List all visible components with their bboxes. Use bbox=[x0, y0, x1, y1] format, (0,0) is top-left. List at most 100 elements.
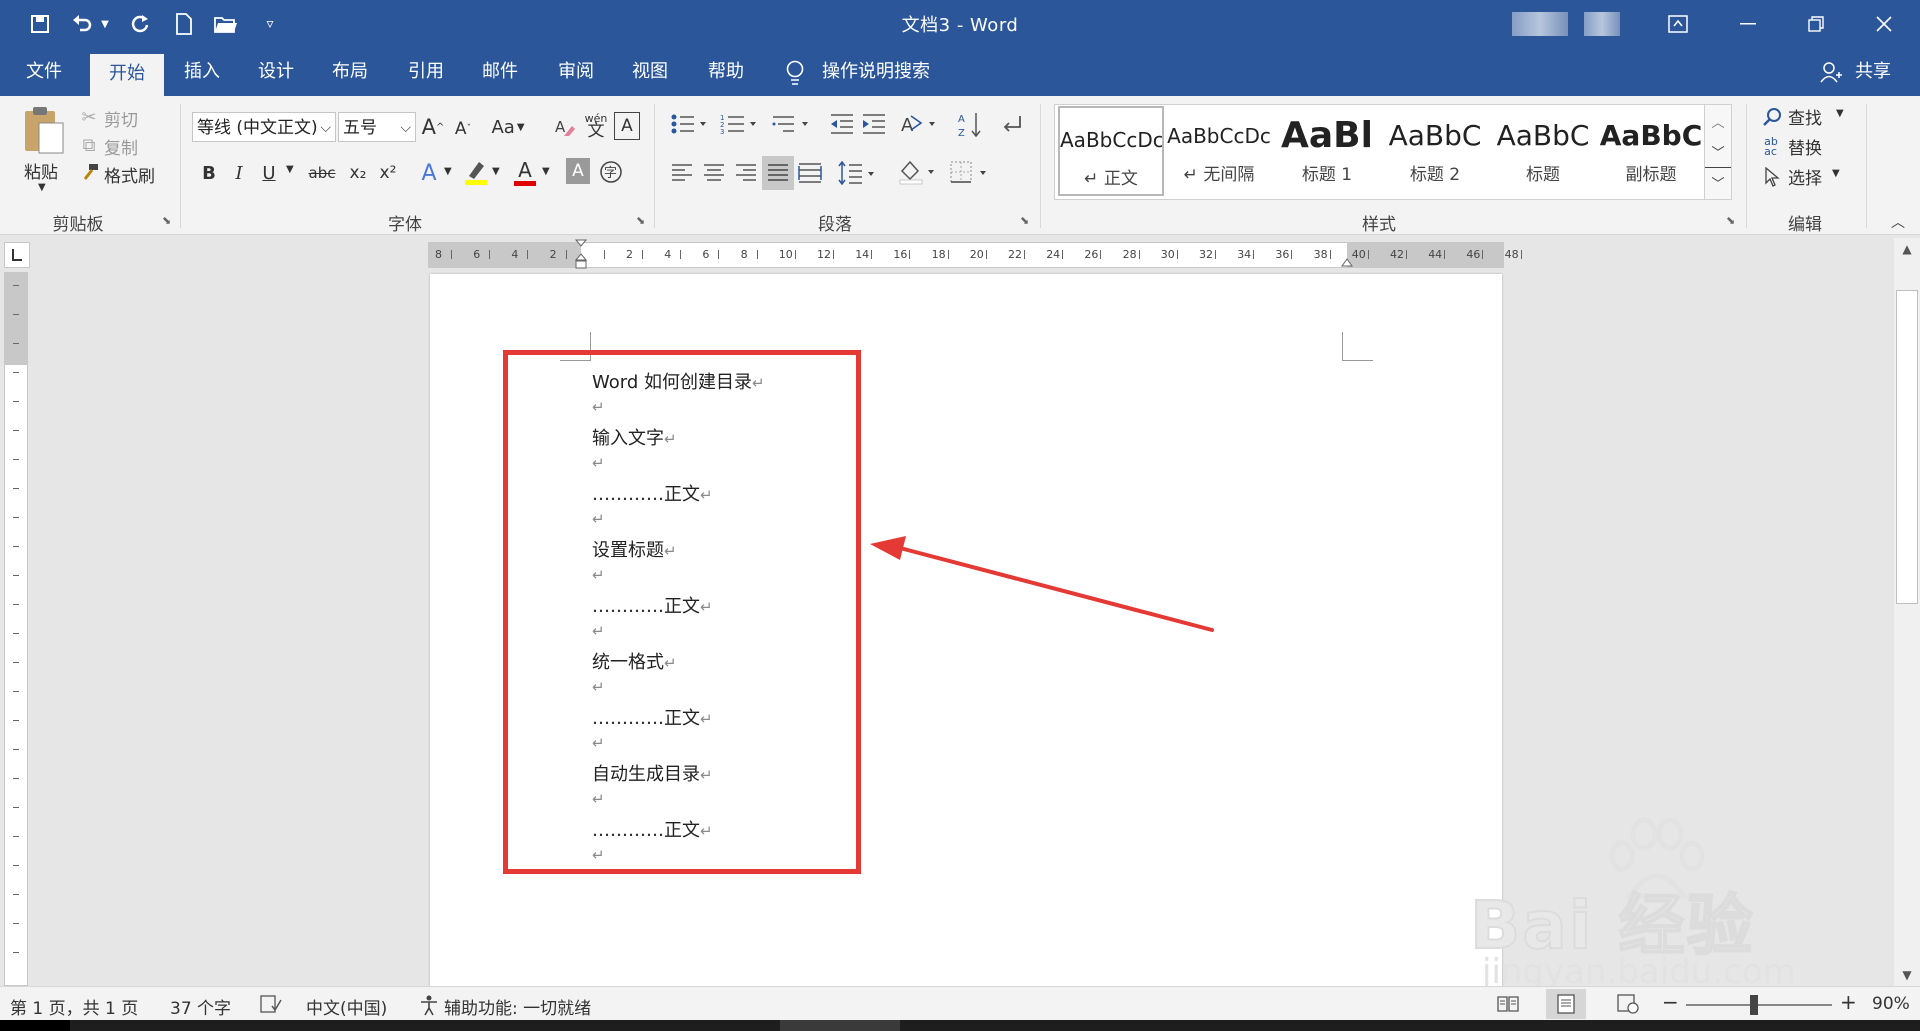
proofing-icon[interactable] bbox=[260, 994, 282, 1014]
underline-dropdown-icon[interactable]: ▼ bbox=[286, 164, 294, 175]
grow-font-icon[interactable]: A ^ bbox=[420, 112, 446, 142]
scroll-up-icon[interactable]: ▲ bbox=[1894, 238, 1920, 260]
zoom-in-button[interactable]: + bbox=[1840, 990, 1857, 1014]
text-effects-dropdown-icon[interactable]: ▼ bbox=[444, 166, 452, 177]
language-indicator[interactable]: 中文(中国) bbox=[306, 994, 387, 1019]
cut-button[interactable]: 剪切 bbox=[104, 106, 138, 131]
select-button[interactable]: 选择 bbox=[1788, 164, 1822, 189]
highlight-dropdown-icon[interactable]: ▼ bbox=[492, 166, 500, 177]
tab-insert[interactable]: 插入 bbox=[172, 48, 232, 96]
tab-review[interactable]: 审阅 bbox=[546, 48, 606, 96]
paste-clipboard-icon[interactable] bbox=[18, 104, 70, 158]
increase-indent-icon[interactable] bbox=[860, 110, 888, 138]
line-spacing-icon[interactable] bbox=[836, 158, 880, 188]
paste-dropdown-icon[interactable]: ▼ bbox=[38, 182, 46, 193]
tab-help[interactable]: 帮助 bbox=[696, 48, 756, 96]
character-border-icon[interactable]: A bbox=[614, 112, 640, 140]
superscript-button[interactable]: x² bbox=[374, 158, 402, 188]
horizontal-ruler[interactable]: 8 6 4 2 2 4 6 8 10 12 14 16 18 20 22 24 26 28 30 32 34 36 38 40… bbox=[428, 239, 1522, 269]
indent-marker[interactable] bbox=[574, 239, 588, 269]
zoom-level[interactable]: 90% bbox=[1872, 994, 1910, 1014]
restore-icon[interactable] bbox=[1788, 0, 1844, 48]
align-right-icon[interactable] bbox=[732, 158, 760, 188]
justify-icon[interactable] bbox=[762, 156, 794, 190]
strikethrough-button[interactable]: abc bbox=[302, 158, 342, 188]
font-color-icon[interactable]: A bbox=[512, 156, 538, 188]
zoom-slider-track[interactable] bbox=[1686, 1004, 1832, 1006]
font-name-combo[interactable]: 等线 (中文正文) ⌵ bbox=[192, 112, 336, 142]
scroll-thumb[interactable] bbox=[1896, 290, 1918, 604]
tab-layout[interactable]: 布局 bbox=[320, 48, 380, 96]
sort-icon[interactable]: AZ bbox=[956, 110, 984, 140]
tab-mailings[interactable]: 邮件 bbox=[470, 48, 530, 96]
shading-icon[interactable] bbox=[896, 156, 940, 188]
distributed-icon[interactable] bbox=[796, 158, 824, 188]
bold-button[interactable]: B bbox=[196, 158, 222, 188]
style-no-spacing[interactable]: AaBbCcDc ↵ 无间隔 bbox=[1166, 104, 1272, 192]
paste-button[interactable]: 粘贴 bbox=[24, 158, 58, 183]
replace-button[interactable]: 替换 bbox=[1788, 134, 1822, 159]
style-normal[interactable]: AaBbCcDc ↵ 正文 bbox=[1058, 106, 1164, 196]
tab-references[interactable]: 引用 bbox=[396, 48, 456, 96]
collapse-ribbon-icon[interactable]: ︿ bbox=[1886, 212, 1910, 232]
copy-button[interactable]: 复制 bbox=[104, 134, 138, 159]
align-center-icon[interactable] bbox=[700, 158, 728, 188]
bullets-icon[interactable] bbox=[668, 110, 712, 138]
find-button[interactable]: 查找 bbox=[1788, 104, 1822, 129]
word-count[interactable]: 37 个字 bbox=[170, 994, 231, 1019]
tab-selector[interactable] bbox=[4, 242, 30, 268]
numbering-icon[interactable]: 123 bbox=[718, 110, 762, 138]
borders-icon[interactable] bbox=[948, 156, 992, 188]
style-subtitle[interactable]: AaBbC 副标题 bbox=[1598, 104, 1704, 192]
read-mode-icon[interactable] bbox=[1496, 994, 1520, 1014]
style-heading-2[interactable]: AaBbC 标题 2 bbox=[1382, 104, 1488, 192]
styles-more-icon[interactable]: ﹀ bbox=[1705, 167, 1731, 196]
highlight-icon[interactable] bbox=[462, 156, 490, 188]
paragraph-launcher-icon[interactable]: ⬊ bbox=[1020, 214, 1029, 227]
format-painter-button[interactable]: 格式刷 bbox=[104, 162, 155, 187]
tab-design[interactable]: 设计 bbox=[246, 48, 306, 96]
share-button[interactable]: 共享 bbox=[1848, 48, 1898, 96]
tab-file[interactable]: 文件 bbox=[14, 48, 74, 96]
scroll-down-icon[interactable]: ▼ bbox=[1894, 964, 1920, 986]
underline-button[interactable]: U bbox=[256, 158, 282, 188]
select-dropdown-icon[interactable]: ▼ bbox=[1832, 168, 1840, 179]
tell-me-search[interactable]: 操作说明搜索 bbox=[822, 48, 942, 96]
vertical-ruler[interactable] bbox=[4, 272, 28, 986]
ribbon-display-options-icon[interactable] bbox=[1650, 0, 1706, 48]
font-size-combo[interactable]: 五号 ⌵ bbox=[338, 112, 416, 142]
find-dropdown-icon[interactable]: ▼ bbox=[1836, 108, 1844, 119]
chevron-up-icon[interactable]: ︿ bbox=[1705, 107, 1731, 135]
styles-launcher-icon[interactable]: ⬊ bbox=[1726, 214, 1735, 227]
clipboard-launcher-icon[interactable]: ⬊ bbox=[162, 214, 171, 227]
multilevel-list-icon[interactable] bbox=[770, 110, 814, 138]
print-layout-button[interactable] bbox=[1546, 989, 1586, 1019]
zoom-out-button[interactable]: − bbox=[1662, 990, 1679, 1014]
decrease-indent-icon[interactable] bbox=[828, 110, 856, 138]
character-shading-icon[interactable]: A bbox=[566, 158, 590, 184]
change-case-button[interactable]: Aa ▼ bbox=[490, 112, 526, 142]
align-left-icon[interactable] bbox=[668, 158, 696, 188]
italic-button[interactable]: I bbox=[226, 158, 252, 188]
page-count[interactable]: 第 1 页，共 1 页 bbox=[10, 994, 138, 1019]
phonetic-guide-icon[interactable]: wén 文 bbox=[582, 108, 610, 142]
show-hide-marks-icon[interactable] bbox=[998, 110, 1026, 140]
font-color-dropdown-icon[interactable]: ▼ bbox=[542, 166, 550, 177]
font-launcher-icon[interactable]: ⬊ bbox=[636, 214, 645, 227]
clear-formatting-icon[interactable]: A bbox=[552, 112, 578, 142]
share-person-icon[interactable] bbox=[1820, 61, 1842, 83]
tab-home[interactable]: 开始 bbox=[90, 54, 164, 96]
enclose-characters-icon[interactable]: 字 bbox=[598, 158, 624, 186]
style-heading-1[interactable]: AaBl 标题 1 bbox=[1274, 104, 1380, 192]
chinese-layout-icon[interactable]: A bbox=[900, 110, 942, 138]
text-effects-icon[interactable]: A bbox=[416, 158, 442, 188]
subscript-button[interactable]: x₂ bbox=[344, 158, 372, 188]
shrink-font-icon[interactable]: Aˇ bbox=[450, 114, 476, 144]
right-indent-marker[interactable] bbox=[1341, 255, 1353, 269]
web-layout-icon[interactable] bbox=[1616, 994, 1640, 1014]
vertical-scrollbar[interactable]: ▲ ▼ bbox=[1894, 238, 1920, 986]
tab-view[interactable]: 视图 bbox=[620, 48, 680, 96]
accessibility-status[interactable]: 辅助功能: 一切就绪 bbox=[444, 994, 591, 1019]
style-title[interactable]: AaBbC 标题 bbox=[1490, 104, 1596, 192]
chevron-down-icon[interactable]: ﹀ bbox=[1705, 137, 1731, 165]
